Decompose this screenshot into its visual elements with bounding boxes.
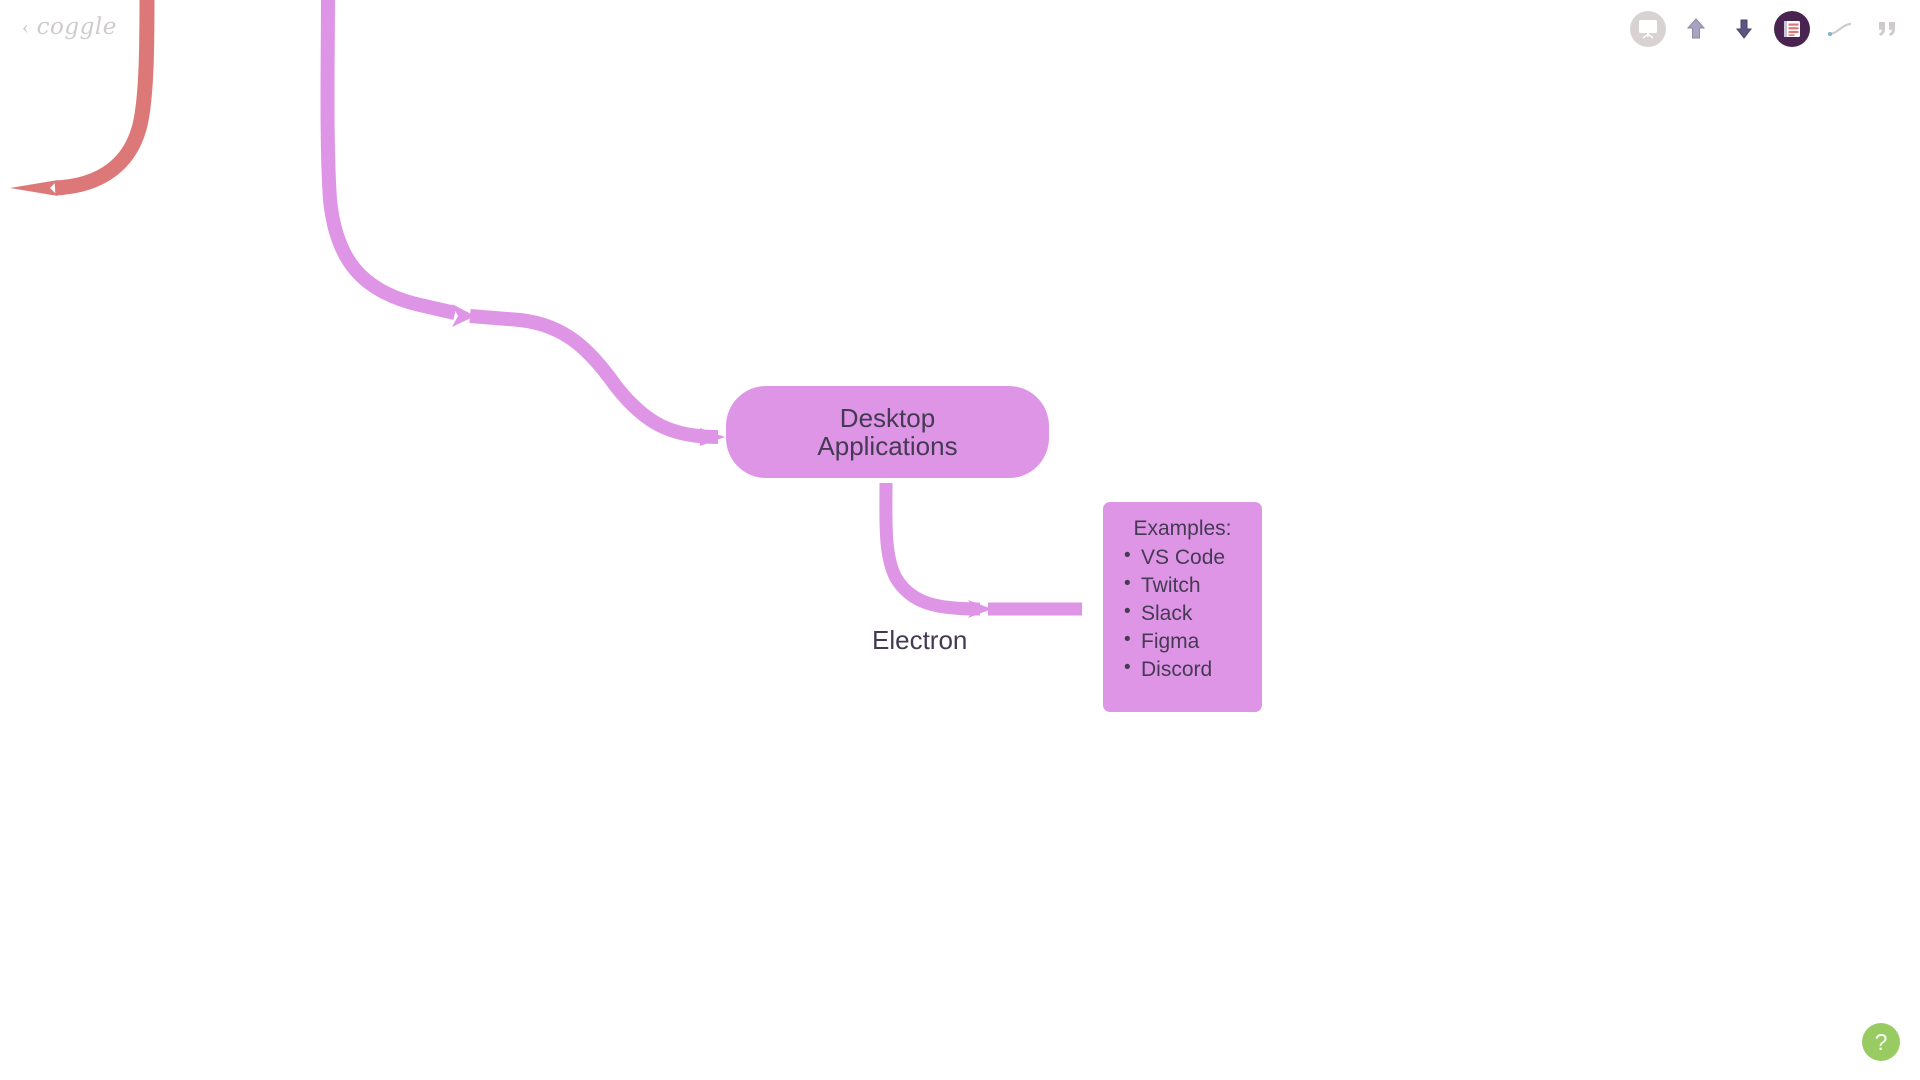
list-item: Slack	[1124, 599, 1252, 628]
node-electron-label: Electron	[872, 625, 968, 655]
list-item: Figma	[1124, 627, 1252, 656]
upload-icon	[1685, 17, 1707, 41]
coggle-logo[interactable]: ‹ coggle	[22, 14, 117, 40]
documents-button[interactable]	[1774, 11, 1810, 47]
node-examples[interactable]: Examples: VS Code Twitch Slack Figma Dis…	[1103, 502, 1262, 712]
line-style-button[interactable]	[1822, 11, 1858, 47]
mindmap-canvas-page: ‹ coggle Desktop Applications Electron E…	[0, 0, 1920, 1080]
presentation-button[interactable]	[1630, 11, 1666, 47]
upload-button[interactable]	[1678, 11, 1714, 47]
back-chevron-icon[interactable]: ‹	[22, 17, 29, 37]
document-icon	[1774, 11, 1810, 47]
node-electron[interactable]: Electron	[872, 625, 967, 656]
examples-list: VS Code Twitch Slack Figma Discord	[1113, 543, 1252, 684]
branch-desktop-to-electron	[879, 482, 1082, 618]
node-label-line-2: Applications	[817, 431, 958, 461]
list-item: VS Code	[1124, 543, 1252, 572]
list-item: Discord	[1124, 655, 1252, 684]
examples-title: Examples:	[1133, 517, 1232, 540]
node-desktop-applications-label: Desktop Applications	[817, 404, 957, 460]
top-toolbar	[1630, 8, 1906, 50]
branch-canvas	[10, 0, 1082, 618]
help-button[interactable]: ?	[1862, 1023, 1900, 1061]
line-style-icon	[1827, 21, 1853, 37]
node-label-line-1: Desktop	[839, 402, 936, 433]
list-item: Twitch	[1124, 571, 1252, 600]
presentation-icon	[1637, 19, 1659, 39]
node-desktop-applications[interactable]: Desktop Applications	[726, 386, 1049, 478]
coggle-wordmark[interactable]: coggle	[37, 14, 117, 40]
download-button[interactable]	[1726, 11, 1762, 47]
branch-purple-incoming	[320, 0, 725, 446]
quote-icon	[1877, 19, 1899, 39]
download-icon	[1734, 18, 1754, 40]
quote-button[interactable]	[1870, 11, 1906, 47]
